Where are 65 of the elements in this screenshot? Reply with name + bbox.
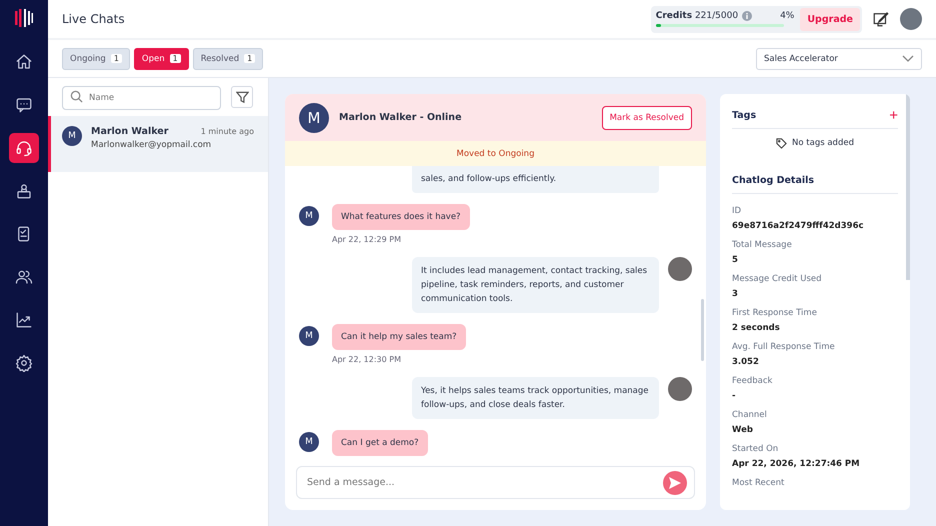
chat-title: Marlon Walker - Online: [339, 112, 463, 123]
add-tag-button[interactable]: +: [889, 108, 898, 122]
filter-button[interactable]: [231, 86, 253, 108]
agent-message: sales, and follow-ups efficiently.: [412, 166, 659, 193]
search-icon: [70, 90, 83, 103]
avatar-initial: M: [299, 206, 319, 226]
field-value: -: [732, 391, 737, 401]
upgrade-button[interactable]: Upgrade: [800, 8, 860, 30]
agent-message: It includes lead management, contact tracking, sales pipeline, task reminders, reports, and customer communication tools.: [412, 257, 659, 313]
avatar-initial: M: [62, 126, 82, 146]
contact-name: Marlon Walker: [91, 126, 168, 137]
customer-message: Can I get a demo?: [332, 430, 428, 456]
contact-email: Marlonwalker@yopmail.com: [91, 140, 212, 150]
mark-resolved-button[interactable]: Mark as Resolved: [602, 106, 692, 130]
field-label: Most Recent: [732, 478, 786, 488]
scrollbar[interactable]: [701, 299, 704, 361]
message-input[interactable]: Send a message...: [296, 466, 695, 499]
field-label: Channel: [732, 410, 768, 420]
agent-avatar: [668, 257, 692, 281]
page-title: Live Chats: [62, 12, 126, 26]
field-value: 69e8716a2f2479fff42d396c: [732, 221, 865, 231]
headset-icon[interactable]: [9, 133, 39, 163]
chevron-down-icon: [902, 54, 914, 62]
search-field[interactable]: Name: [62, 86, 221, 110]
logo-icon: [14, 8, 34, 28]
customer-message: Can it help my sales team?: [332, 324, 466, 350]
field-label: Total Message: [732, 240, 793, 250]
credits-label: Credits 221/5000: [656, 11, 738, 21]
edit-icon[interactable]: [872, 10, 890, 28]
section-title: Chatlog Details: [732, 174, 814, 186]
credits-percent: 4%: [779, 11, 794, 21]
avatar-initial: M: [299, 102, 329, 132]
tag-icon: [776, 138, 788, 148]
message-time: Apr 22, 12:29 PM: [332, 235, 401, 244]
field-value: 3.052: [732, 357, 760, 367]
send-icon: [668, 476, 682, 490]
agent-avatar: [668, 377, 692, 401]
empty-tags-text: No tags added: [792, 138, 854, 148]
field-value: 5: [732, 255, 739, 265]
field-label: Message Credit Used: [732, 274, 822, 284]
bot-select[interactable]: Sales Accelerator: [756, 48, 922, 70]
field-label: First Response Time: [732, 308, 818, 318]
last-activity-time: 1 minute ago: [200, 127, 254, 136]
status-tab[interactable]: Ongoing 1: [62, 48, 130, 70]
field-label: Started On: [732, 444, 780, 454]
field-label: ID: [732, 206, 742, 216]
section-title: Tags: [732, 110, 756, 120]
field-value: Web: [732, 425, 754, 435]
avatar-initial: M: [299, 432, 319, 452]
field-label: Avg. Full Response Time: [732, 342, 836, 352]
info-icon: [742, 11, 752, 21]
status-tab[interactable]: Resolved 1: [192, 48, 264, 70]
chat-list-item[interactable]: M Marlon Walker 1 minute ago Marlonwalker@yopmail.com: [48, 116, 268, 172]
customer-message: What features does it have?: [332, 204, 470, 230]
field-value: 2 seconds: [732, 323, 781, 333]
agent-message: Yes, it helps sales teams track opportunities, manage follow-ups, and close deals faster.: [412, 377, 659, 419]
filter-icon: [236, 90, 248, 104]
field-label: Feedback: [732, 376, 774, 386]
status-tab[interactable]: Open 1: [134, 48, 189, 70]
avatar-initial: M: [299, 326, 319, 346]
field-value: Apr 22, 2026, 12:27:46 PM: [732, 459, 861, 469]
field-value: 3: [732, 289, 739, 299]
status-banner: Moved to Ongoing: [285, 141, 706, 166]
message-time: Apr 22, 12:30 PM: [332, 355, 401, 364]
user-avatar[interactable]: [900, 8, 922, 30]
